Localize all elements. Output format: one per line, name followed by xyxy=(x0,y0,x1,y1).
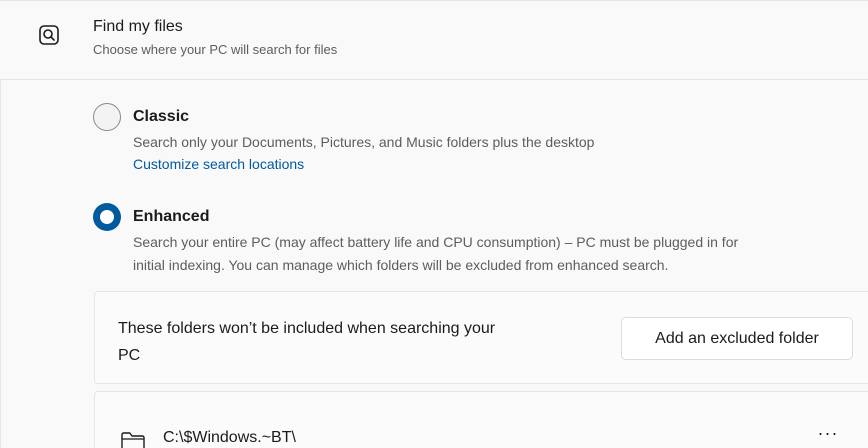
customize-search-locations-link[interactable]: Customize search locations xyxy=(133,156,304,172)
find-my-files-header[interactable]: Find my files Choose where your PC will … xyxy=(0,0,868,80)
folder-path: C:\$Windows.~BT\ xyxy=(163,429,296,446)
classic-description: Search only your Documents, Pictures, an… xyxy=(133,134,595,150)
folder-icon xyxy=(121,432,145,448)
classic-radio[interactable] xyxy=(93,103,121,131)
page-subtitle: Choose where your PC will search for fil… xyxy=(93,42,338,57)
excluded-folders-description: These folders won’t be included when sea… xyxy=(118,315,598,369)
list-item[interactable]: C:\$Windows.~BT\ ··· xyxy=(94,391,868,448)
enhanced-radio[interactable] xyxy=(93,203,121,231)
enhanced-description-line-2: initial indexing. You can manage which f… xyxy=(133,257,669,273)
page-title: Find my files xyxy=(93,18,183,35)
excluded-text-line-2: PC xyxy=(118,347,141,364)
enhanced-label[interactable]: Enhanced xyxy=(133,208,209,226)
more-options-button[interactable]: ··· xyxy=(813,424,843,448)
enhanced-description-line-1: Search your entire PC (may affect batter… xyxy=(133,234,739,250)
excluded-text-line-1: These folders won’t be included when sea… xyxy=(118,320,496,337)
classic-label[interactable]: Classic xyxy=(133,108,189,126)
search-icon xyxy=(39,25,59,45)
add-excluded-folder-button[interactable]: Add an excluded folder xyxy=(621,317,853,360)
excluded-folders-card: These folders won’t be included when sea… xyxy=(94,291,868,384)
find-my-files-settings: Find my files Choose where your PC will … xyxy=(0,0,868,448)
